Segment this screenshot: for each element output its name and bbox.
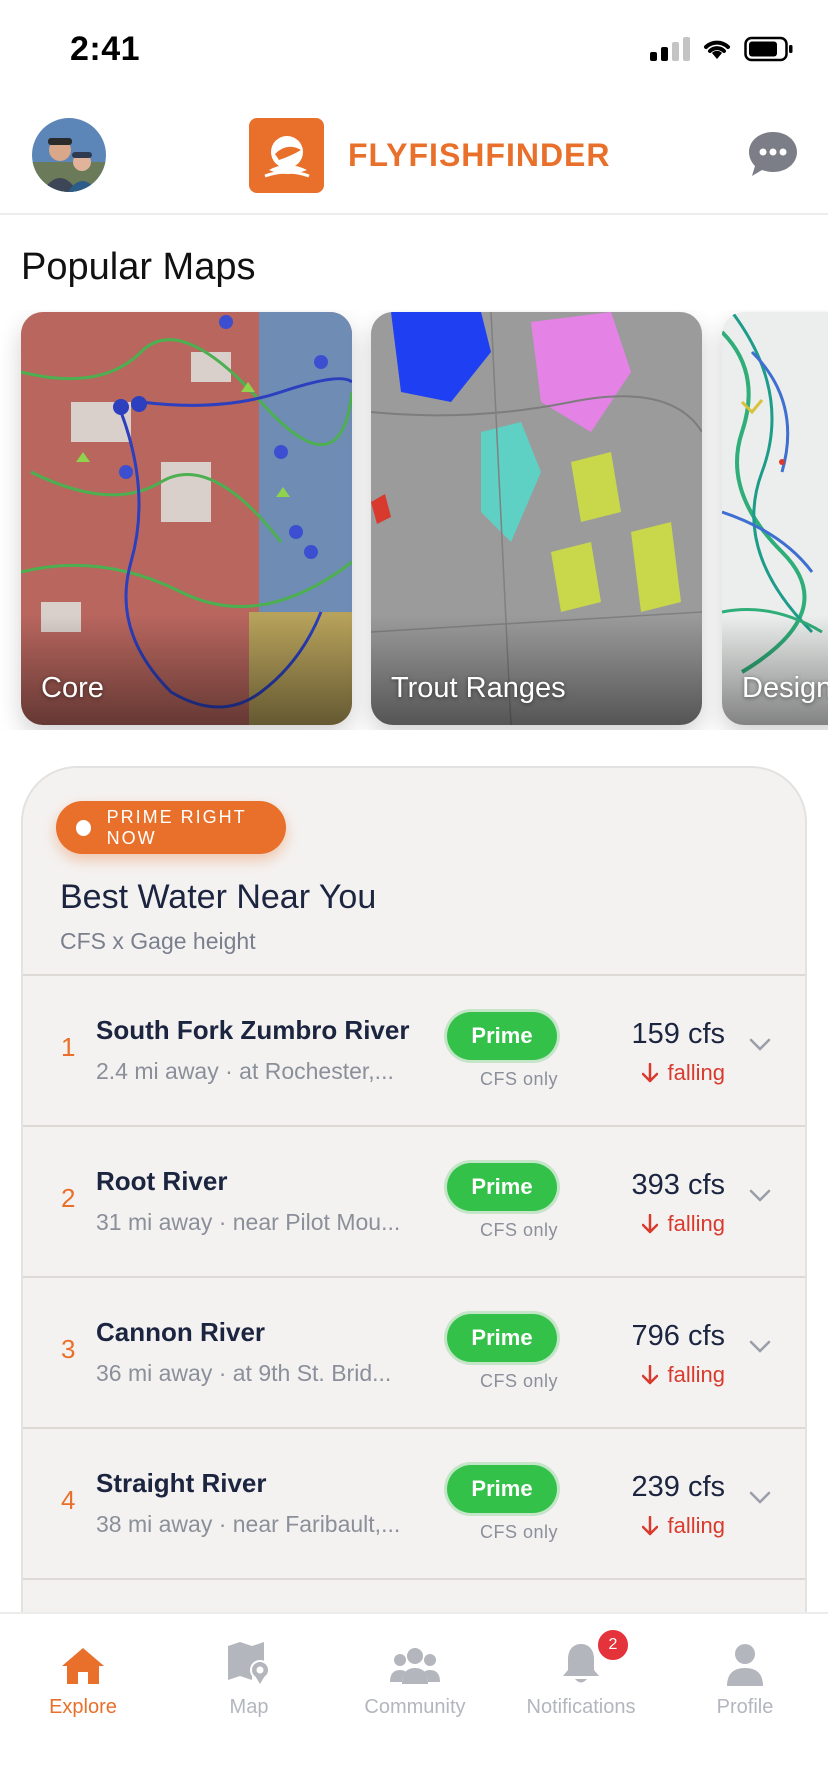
chevron-down-icon[interactable] xyxy=(749,1491,771,1505)
river-location: 36 mi away · at 9th St. Brid... xyxy=(96,1360,392,1386)
rating-basis: CFS only xyxy=(480,1522,559,1542)
tab-notifications[interactable]: 2 Notifications xyxy=(498,1628,664,1719)
prime-status-pill: Prime xyxy=(447,1465,557,1513)
tab-community[interactable]: Community xyxy=(332,1634,498,1719)
bottom-tab-bar: Explore Map Community 2 Notifications Pr… xyxy=(0,1612,828,1792)
tab-label: Notifications xyxy=(526,1696,636,1718)
brand-logo: FLYFISHFINDER xyxy=(249,118,611,193)
notification-count-badge: 2 xyxy=(596,1628,630,1662)
map-card-label: Design xyxy=(742,672,828,704)
flow-value: 159 cfs xyxy=(631,1018,726,1050)
rating-basis: CFS only xyxy=(480,1371,559,1391)
map-card-label: Trout Ranges xyxy=(391,672,566,704)
arrow-down-icon xyxy=(641,1516,658,1536)
prime-status-pill: Prime xyxy=(447,1163,557,1211)
prime-status-pill: Prime xyxy=(447,1314,557,1362)
status-bar: 2:41 xyxy=(0,0,828,100)
live-dot-icon xyxy=(76,819,91,836)
prime-right-now-badge: PRIME RIGHT NOW xyxy=(56,801,286,854)
best-water-subtitle: CFS x Gage height xyxy=(60,928,256,954)
tab-label: Explore xyxy=(49,1696,117,1718)
tab-label: Community xyxy=(364,1696,466,1718)
status-time: 2:41 xyxy=(70,30,141,68)
tab-explore[interactable]: Explore xyxy=(0,1634,166,1719)
flow-value: 393 cfs xyxy=(631,1169,726,1201)
flow-trend: falling xyxy=(641,1211,725,1237)
flow-trend: falling xyxy=(641,1513,725,1539)
person-icon xyxy=(727,1644,763,1686)
chat-bubble-icon xyxy=(749,132,797,176)
rating-basis: CFS only xyxy=(480,1220,559,1240)
prime-status-pill: Prime xyxy=(447,1012,557,1060)
map-card-trout-ranges[interactable]: Trout Ranges xyxy=(371,312,702,725)
brand-name: FLYFISHFINDER xyxy=(348,137,611,173)
flow-trend-label: falling xyxy=(667,1060,725,1085)
rating-basis: CFS only xyxy=(480,1069,559,1089)
river-rank: 3 xyxy=(61,1334,76,1364)
river-row[interactable]: 1 South Fork Zumbro River 2.4 mi away · … xyxy=(23,974,805,1125)
tab-map[interactable]: Map xyxy=(166,1634,332,1719)
avatar[interactable] xyxy=(32,118,106,192)
status-icons xyxy=(650,36,794,62)
bell-icon xyxy=(563,1644,599,1683)
river-rank: 1 xyxy=(61,1032,76,1062)
chevron-down-icon[interactable] xyxy=(749,1189,771,1203)
arrow-down-icon xyxy=(641,1365,658,1385)
river-rank: 4 xyxy=(61,1485,76,1515)
messages-button[interactable] xyxy=(747,130,799,178)
popular-maps-carousel[interactable]: Core Trout Ranges Design xyxy=(0,310,828,730)
river-name: Straight River xyxy=(96,1468,267,1498)
battery-icon xyxy=(744,36,793,62)
river-row[interactable]: 3 Cannon River 36 mi away · at 9th St. B… xyxy=(23,1276,805,1427)
river-name: South Fork Zumbro River xyxy=(96,1015,410,1045)
flow-trend-label: falling xyxy=(667,1362,725,1387)
flow-trend-label: falling xyxy=(667,1513,725,1538)
tab-label: Map xyxy=(229,1696,269,1718)
map-icon xyxy=(228,1642,270,1684)
flow-trend: falling xyxy=(641,1060,725,1086)
map-card-label: Core xyxy=(41,672,104,704)
map-card-design[interactable]: Design xyxy=(722,312,828,725)
tab-profile[interactable]: Profile xyxy=(662,1634,828,1719)
best-water-title: Best Water Near You xyxy=(60,878,377,916)
river-location: 38 mi away · near Faribault,... xyxy=(96,1511,401,1537)
cellular-signal-icon xyxy=(650,37,690,61)
app-header: FLYFISHFINDER xyxy=(0,100,828,215)
map-card-core[interactable]: Core xyxy=(21,312,352,725)
chevron-down-icon[interactable] xyxy=(749,1038,771,1052)
river-row[interactable]: 2 Root River 31 mi away · near Pilot Mou… xyxy=(23,1125,805,1276)
arrow-down-icon xyxy=(641,1214,658,1234)
river-location: 2.4 mi away · at Rochester,... xyxy=(96,1058,394,1084)
chevron-down-icon[interactable] xyxy=(749,1340,771,1354)
river-rank: 2 xyxy=(61,1183,76,1213)
flow-value: 796 cfs xyxy=(631,1320,726,1352)
prime-badge-label: PRIME RIGHT NOW xyxy=(106,806,247,848)
home-icon xyxy=(62,1648,104,1684)
tab-label: Profile xyxy=(716,1696,774,1718)
river-name: Cannon River xyxy=(96,1317,266,1347)
arrow-down-icon xyxy=(641,1063,658,1083)
people-icon xyxy=(390,1648,440,1684)
wifi-icon xyxy=(704,40,730,59)
river-name: Root River xyxy=(96,1166,228,1196)
flow-trend-label: falling xyxy=(667,1211,725,1236)
flow-trend: falling xyxy=(641,1362,725,1388)
fish-logo-icon xyxy=(249,118,324,193)
river-location: 31 mi away · near Pilot Mou... xyxy=(96,1209,401,1235)
popular-maps-title: Popular Maps xyxy=(21,246,256,288)
river-row[interactable]: 4 Straight River 38 mi away · near Farib… xyxy=(23,1427,805,1578)
flow-value: 239 cfs xyxy=(631,1471,726,1503)
